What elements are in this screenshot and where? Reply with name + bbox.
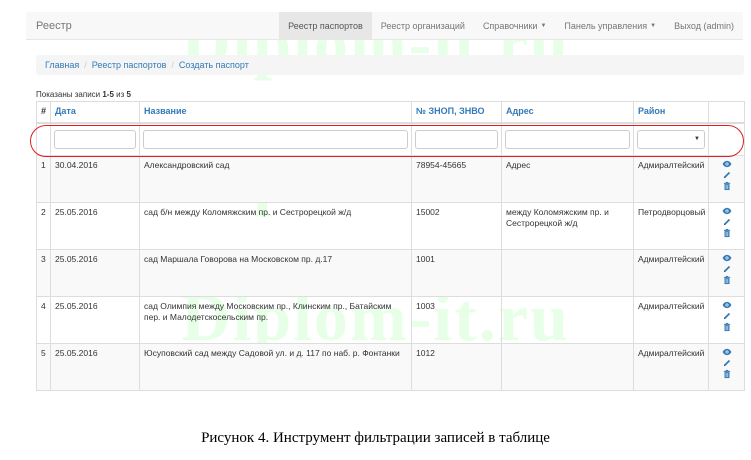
- filter-cell: ▼: [633, 122, 709, 156]
- nav-directories-dropdown[interactable]: Справочники ▼: [474, 12, 555, 39]
- cell-num: 3: [36, 248, 51, 297]
- cell-date: 30.04.2016: [50, 154, 140, 203]
- filter-cell: [411, 122, 502, 156]
- table-row: 1 30.04.2016 Александровский сад 78954-4566…: [36, 154, 745, 203]
- breadcrumb-separator: /: [84, 60, 87, 70]
- cell-date: 25.05.2016: [50, 295, 140, 344]
- breadcrumb-separator: /: [171, 60, 174, 70]
- cell-num: 2: [36, 201, 51, 250]
- trash-icon[interactable]: [722, 275, 732, 285]
- cell-address: [501, 295, 634, 344]
- pencil-icon[interactable]: [722, 217, 732, 227]
- eye-icon[interactable]: [722, 347, 732, 357]
- breadcrumb-create-passport[interactable]: Создать паспорт: [179, 60, 249, 70]
- cell-actions: [708, 248, 745, 297]
- passport-table: # Дата Название № ЗНОП, ЗНВО Адрес Район…: [36, 101, 745, 391]
- cell-district: Адмиралтейский: [633, 342, 709, 391]
- brand-link[interactable]: Реестр: [26, 12, 82, 39]
- cell-actions: [708, 201, 745, 250]
- cell-code: 15002: [411, 201, 502, 250]
- cell-district: Петродворцовый: [633, 201, 709, 250]
- pencil-icon[interactable]: [722, 264, 732, 274]
- eye-icon[interactable]: [722, 206, 732, 216]
- cell-num: 5: [36, 342, 51, 391]
- cell-code: 1012: [411, 342, 502, 391]
- cell-address: Адрес: [501, 154, 634, 203]
- eye-icon[interactable]: [722, 253, 732, 263]
- cell-address: [501, 342, 634, 391]
- cell-name: Юсуповский сад между Садовой ул. и д. 11…: [139, 342, 412, 391]
- nav-passport-registry[interactable]: Реестр паспортов: [279, 12, 372, 39]
- caret-down-icon: ▼: [650, 22, 657, 29]
- cell-district: Адмиралтейский: [633, 248, 709, 297]
- trash-icon[interactable]: [722, 369, 732, 379]
- column-header-address[interactable]: Адрес: [501, 101, 634, 124]
- cell-name: сад Олимпия между Московским пр., Клинск…: [139, 295, 412, 344]
- table-row: 2 25.05.2016 сад б/н между Коломяжским пр.…: [36, 201, 745, 250]
- main-nav: Реестр паспортов Реестр организаций Спра…: [279, 12, 743, 39]
- cell-date: 25.05.2016: [50, 201, 140, 250]
- cell-district: Адмиралтейский: [633, 295, 709, 344]
- cell-actions: [708, 342, 745, 391]
- pencil-icon[interactable]: [722, 170, 732, 180]
- eye-icon[interactable]: [722, 300, 732, 310]
- table-row: 3 25.05.2016 сад Маршала Говорова на Моско…: [36, 248, 745, 297]
- trash-icon[interactable]: [722, 228, 732, 238]
- header-row: # Дата Название № ЗНОП, ЗНВО Адрес Район: [36, 101, 745, 124]
- filter-cell: [501, 122, 634, 156]
- filter-cell: [50, 122, 140, 156]
- filter-cell: [139, 122, 412, 156]
- trash-icon[interactable]: [722, 181, 732, 191]
- cell-date: 25.05.2016: [50, 342, 140, 391]
- filter-code-input[interactable]: [415, 129, 498, 149]
- pencil-icon[interactable]: [722, 358, 732, 368]
- column-header-district[interactable]: Район: [633, 101, 709, 124]
- filter-date-input[interactable]: [54, 129, 136, 149]
- filter-district-select[interactable]: ▼: [637, 129, 705, 149]
- breadcrumb-registry[interactable]: Реестр паспортов: [92, 60, 167, 70]
- column-header-date[interactable]: Дата: [50, 101, 140, 124]
- cell-address: [501, 248, 634, 297]
- eye-icon[interactable]: [722, 159, 732, 169]
- table-row: 5 25.05.2016 Юсуповский сад между Садовой …: [36, 342, 745, 391]
- filter-cell: [708, 122, 745, 156]
- filter-address-input[interactable]: [505, 129, 630, 149]
- filter-row: ▼: [36, 122, 745, 156]
- breadcrumb: Главная / Реестр паспортов / Создать пас…: [36, 55, 744, 75]
- cell-address: между Коломяжским пр. и Сестрорецкой ж/д: [501, 201, 634, 250]
- cell-code: 1003: [411, 295, 502, 344]
- navbar: Реестр Реестр паспортов Реестр организац…: [26, 12, 743, 40]
- cell-code: 78954-45665: [411, 154, 502, 203]
- cell-name: сад Маршала Говорова на Московском пр. д…: [139, 248, 412, 297]
- cell-name: Александровский сад: [139, 154, 412, 203]
- cell-code: 1001: [411, 248, 502, 297]
- filter-cell: [36, 122, 51, 156]
- figure-caption: Рисунок 4. Инструмент фильтрации записей…: [201, 430, 550, 446]
- caret-down-icon: ▼: [540, 22, 547, 29]
- cell-name: сад б/н между Коломяжским пр. и Сестроре…: [139, 201, 412, 250]
- caret-down-icon: ▼: [694, 136, 700, 142]
- nav-logout[interactable]: Выход (admin): [665, 12, 743, 39]
- pencil-icon[interactable]: [722, 311, 732, 321]
- cell-actions: [708, 295, 745, 344]
- records-summary: Показаны записи 1-5 из 5: [36, 90, 131, 99]
- cell-date: 25.05.2016: [50, 248, 140, 297]
- cell-num: 4: [36, 295, 51, 344]
- column-header-num: #: [36, 101, 51, 124]
- cell-district: Адмиралтейский: [633, 154, 709, 203]
- column-header-code[interactable]: № ЗНОП, ЗНВО: [411, 101, 502, 124]
- cell-actions: [708, 154, 745, 203]
- nav-organization-registry[interactable]: Реестр организаций: [372, 12, 474, 39]
- filter-name-input[interactable]: [143, 129, 408, 149]
- breadcrumb-home[interactable]: Главная: [45, 60, 79, 70]
- column-header-actions: [708, 101, 745, 124]
- nav-control-panel-dropdown[interactable]: Панель управления ▼: [555, 12, 665, 39]
- column-header-name[interactable]: Название: [139, 101, 412, 124]
- table-row: 4 25.05.2016 сад Олимпия между Московским …: [36, 295, 745, 344]
- cell-num: 1: [36, 154, 51, 203]
- trash-icon[interactable]: [722, 322, 732, 332]
